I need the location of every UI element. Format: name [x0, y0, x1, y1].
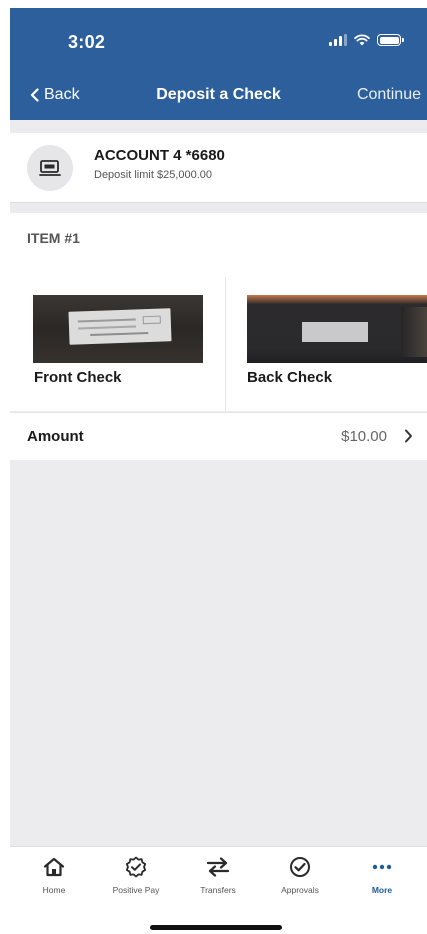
tab-bar: Home Positive Pay Transfers Approvals Mo…: [10, 846, 427, 934]
home-icon: [43, 855, 65, 879]
tab-label: Positive Pay: [112, 885, 160, 895]
account-selector[interactable]: ACCOUNT 4 *6680 Deposit limit $25,000.00: [10, 133, 427, 203]
item-label: ITEM #1: [27, 230, 80, 246]
check-circle-icon: [289, 855, 311, 879]
front-check-card[interactable]: Front Check: [33, 295, 203, 405]
app-header: 3:02 Back Deposit a Check Continue: [10, 8, 427, 120]
front-check-label: Front Check: [34, 369, 122, 386]
front-check-image: [33, 295, 203, 363]
badge-check-icon: [125, 855, 147, 879]
transfer-arrows-icon: [206, 855, 230, 879]
phone-screen: 3:02 Back Deposit a Check Continue ACCOU…: [10, 8, 427, 934]
tab-positive-pay[interactable]: Positive Pay: [96, 855, 176, 899]
tab-more[interactable]: More: [342, 855, 422, 899]
tab-label: More: [371, 885, 393, 895]
back-check-card[interactable]: Back Check: [247, 295, 427, 405]
item-section: ITEM #1 Front Check Back Check: [10, 213, 427, 411]
wifi-icon: [354, 34, 370, 46]
tab-transfers[interactable]: Transfers: [178, 855, 258, 899]
amount-row[interactable]: Amount $10.00: [10, 412, 427, 460]
divider: [225, 277, 226, 411]
amount-label: Amount: [27, 428, 84, 445]
tab-home[interactable]: Home: [14, 855, 94, 899]
tab-label: Home: [42, 885, 66, 895]
deposit-limit: Deposit limit $25,000.00: [94, 169, 213, 181]
status-icons: [329, 34, 404, 46]
status-bar: 3:02: [10, 8, 427, 78]
more-dots-icon: [372, 855, 392, 879]
amount-value: $10.00: [341, 428, 387, 445]
battery-icon: [377, 34, 404, 46]
tab-approvals[interactable]: Approvals: [260, 855, 340, 899]
tab-label: Transfers: [200, 885, 236, 895]
account-name: ACCOUNT 4 *6680: [94, 147, 225, 164]
chevron-right-icon: [405, 429, 412, 443]
home-indicator: [150, 925, 282, 930]
continue-button[interactable]: Continue: [357, 86, 421, 104]
back-check-image: [247, 295, 427, 363]
check-deposit-icon: [27, 145, 73, 191]
tab-label: Approvals: [281, 885, 319, 895]
nav-bar: Back Deposit a Check Continue: [10, 86, 427, 112]
status-time: 3:02: [68, 32, 106, 52]
back-check-label: Back Check: [247, 369, 333, 386]
signal-icon: [329, 34, 347, 46]
